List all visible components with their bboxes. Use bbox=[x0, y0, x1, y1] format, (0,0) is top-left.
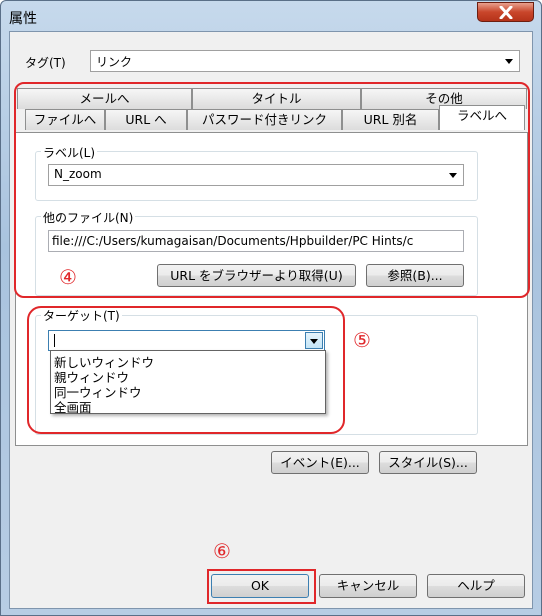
style-button[interactable]: スタイル(S)... bbox=[379, 451, 477, 474]
help-button[interactable]: ヘルプ bbox=[427, 574, 525, 598]
cancel-button[interactable]: キャンセル bbox=[319, 574, 417, 598]
annotation-label-4: ④ bbox=[59, 265, 77, 289]
tag-select[interactable]: リンク bbox=[90, 50, 520, 72]
properties-dialog: 属性 タグ(T) リンク メールへ タイトル その他 ファイルへ URL へ パ… bbox=[0, 0, 542, 616]
annotation-box-5 bbox=[27, 306, 345, 434]
annotation-label-6: ⑥ bbox=[213, 539, 231, 563]
tag-select-value: リンク bbox=[96, 55, 133, 69]
window-title: 属性 bbox=[9, 11, 37, 27]
tag-label: タグ(T) bbox=[25, 56, 66, 70]
chevron-down-icon bbox=[505, 59, 513, 64]
title-bar[interactable]: 属性 bbox=[1, 1, 541, 31]
event-button[interactable]: イベント(E)... bbox=[271, 451, 369, 474]
annotation-box-6 bbox=[207, 569, 316, 604]
tab-label[interactable]: ラベルへ bbox=[439, 105, 525, 130]
close-button[interactable] bbox=[477, 2, 534, 22]
close-icon bbox=[499, 6, 513, 19]
annotation-label-5: ⑤ bbox=[353, 328, 371, 352]
